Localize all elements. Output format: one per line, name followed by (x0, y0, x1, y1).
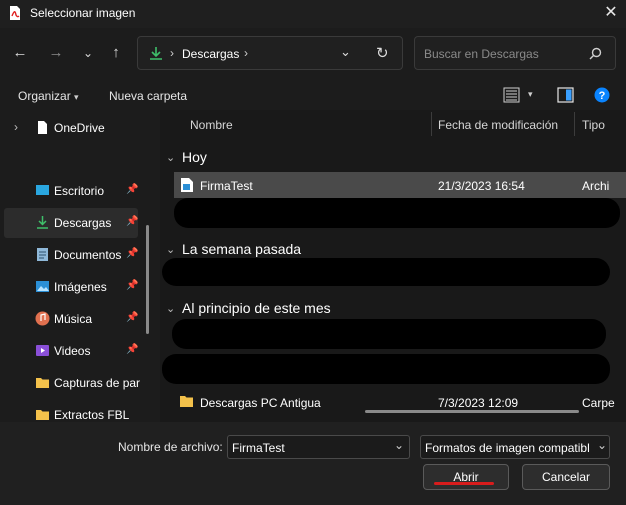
sidebar-item-videos[interactable]: Videos 📌 (4, 336, 138, 366)
group-collapse-chevron-icon[interactable]: ⌄ (166, 243, 175, 256)
filename-value[interactable]: FirmaTest (232, 441, 285, 455)
sidebar-item-label: Capturas de par (54, 376, 141, 390)
redacted-row (162, 354, 610, 384)
pin-icon[interactable]: 📌 (126, 248, 138, 260)
group-header-today[interactable]: Hoy (182, 149, 207, 165)
chevron-down-icon[interactable]: ⌄ (597, 438, 608, 452)
sidebar-item-label: Extractos FBL (54, 408, 130, 422)
sidebar-item-musica[interactable]: Música 📌 (4, 304, 138, 334)
address-bar[interactable]: › Descargas › ⌄ ↻ (137, 36, 403, 70)
up-arrow-icon[interactable]: ↑ (104, 41, 128, 65)
redacted-row (174, 198, 620, 228)
column-divider[interactable] (431, 112, 432, 136)
column-header-type[interactable]: Tipo (582, 118, 605, 132)
column-header-name[interactable]: Nombre (190, 118, 233, 132)
organize-label: Organizar (18, 89, 71, 103)
footer-bar: Nombre de archivo: FirmaTest ⌄ Formatos … (0, 422, 626, 505)
folder-icon (180, 396, 193, 407)
redacted-row (162, 258, 610, 286)
file-type: Carpe (582, 396, 615, 410)
sidebar-item-label: Descargas (54, 216, 112, 230)
pictures-icon (36, 281, 49, 292)
download-icon (37, 216, 48, 229)
videos-icon (36, 345, 49, 356)
filetype-value[interactable]: Formatos de imagen compatibl (425, 441, 590, 455)
close-icon[interactable]: ✕ (599, 2, 623, 24)
search-icon (589, 47, 602, 60)
title-bar: Seleccionar imagen ✕ (0, 0, 626, 28)
image-file-icon (181, 178, 193, 192)
column-divider[interactable] (574, 112, 575, 136)
group-collapse-chevron-icon[interactable]: ⌄ (166, 302, 175, 315)
chevron-down-icon[interactable]: ⌄ (340, 44, 351, 60)
back-arrow-icon[interactable]: ← (8, 41, 32, 65)
file-date: 21/3/2023 16:54 (438, 179, 525, 193)
file-name[interactable]: FirmaTest (200, 179, 253, 193)
redacted-row (172, 319, 606, 349)
music-icon (35, 311, 50, 326)
open-button[interactable]: Abrir (423, 464, 509, 490)
forward-arrow-icon[interactable]: → (44, 41, 68, 65)
pdf-app-icon (10, 6, 20, 20)
preview-pane-icon[interactable] (557, 87, 574, 103)
pin-icon[interactable]: 📌 (126, 280, 138, 292)
filename-label: Nombre de archivo: (118, 440, 223, 454)
sidebar-item-escritorio[interactable]: Escritorio 📌 (4, 176, 138, 206)
file-name[interactable]: Descargas PC Antigua (200, 396, 321, 410)
documents-icon (37, 248, 48, 261)
view-list-icon[interactable] (503, 87, 520, 103)
help-icon[interactable]: ? (594, 87, 610, 103)
sidebar-item-documentos[interactable]: Documentos 📌 (4, 240, 138, 270)
sidebar-item-imagenes[interactable]: Imágenes 📌 (4, 272, 138, 302)
pin-icon[interactable]: 📌 (126, 312, 138, 324)
file-date: 7/3/2023 12:09 (438, 396, 519, 410)
sidebar-scrollbar[interactable] (146, 225, 149, 334)
filename-field[interactable]: FirmaTest ⌄ (227, 435, 410, 459)
pin-icon[interactable]: 📌 (126, 184, 138, 196)
organize-menu[interactable]: Organizar ▾ (18, 89, 79, 103)
breadcrumb-item-descargas[interactable]: Descargas (182, 47, 239, 61)
breadcrumb-separator-icon: › (170, 46, 174, 60)
expand-chevron-icon[interactable]: › (14, 120, 18, 134)
folder-icon (36, 410, 49, 420)
sidebar-item-label: Videos (54, 344, 91, 358)
file-icon (38, 121, 47, 134)
caret-down-icon: ▾ (74, 92, 79, 102)
sidebar-item-label: Documentos (54, 248, 122, 262)
view-options-caret-icon[interactable]: ▾ (528, 89, 533, 100)
pin-icon[interactable]: 📌 (126, 216, 138, 228)
pin-icon[interactable]: 📌 (126, 344, 138, 356)
horizontal-scrollbar[interactable] (365, 410, 579, 413)
chevron-down-icon[interactable]: ⌄ (394, 438, 404, 452)
search-input[interactable]: Buscar en Descargas (424, 47, 539, 61)
file-list: Nombre Fecha de modificación Tipo ⌄ Hoy … (160, 110, 626, 422)
new-folder-button[interactable]: Nueva carpeta (109, 89, 187, 103)
sidebar-item-descargas[interactable]: Descargas 📌 (4, 208, 138, 238)
group-header-early-month[interactable]: Al principio de este mes (182, 300, 331, 316)
sidebar-item-label: Escritorio (54, 184, 105, 198)
navigation-pane: › OneDrive Escritorio 📌 Descargas 📌 Docu… (0, 110, 152, 422)
refresh-icon[interactable]: ↻ (376, 44, 389, 62)
sidebar-item-label: Imágenes (54, 280, 107, 294)
highlight-underline (434, 482, 494, 485)
column-header-modified[interactable]: Fecha de modificación (438, 118, 558, 132)
window-title: Seleccionar imagen (30, 6, 136, 20)
sidebar-item-label: Música (54, 312, 93, 326)
breadcrumb-separator-icon[interactable]: › (244, 46, 248, 60)
folder-icon (36, 378, 49, 388)
download-icon (150, 47, 162, 60)
recent-locations-chevron-icon[interactable]: ⌄ (76, 41, 100, 65)
group-header-last-week[interactable]: La semana pasada (182, 241, 301, 257)
svg-text:?: ? (599, 90, 606, 102)
filetype-select[interactable]: Formatos de imagen compatibl ⌄ (420, 435, 610, 459)
sidebar-item-label: OneDrive (54, 121, 105, 135)
cancel-button[interactable]: Cancelar (522, 464, 610, 490)
group-collapse-chevron-icon[interactable]: ⌄ (166, 151, 175, 164)
file-type: Archi (582, 179, 610, 193)
desktop-icon (36, 185, 49, 195)
search-box[interactable]: Buscar en Descargas (414, 36, 616, 70)
sidebar-item-onedrive[interactable]: › OneDrive (4, 113, 138, 143)
sidebar-item-capturas[interactable]: Capturas de par (4, 368, 141, 398)
